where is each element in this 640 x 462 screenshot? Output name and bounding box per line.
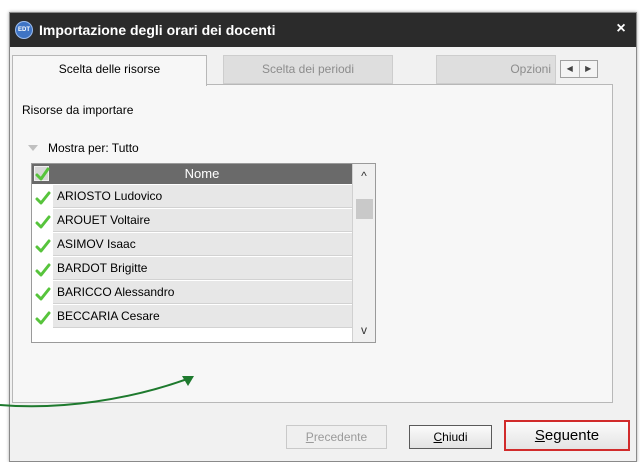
checkmark-icon[interactable] — [35, 310, 51, 326]
list-item-name: ARIOSTO Ludovico — [53, 185, 352, 208]
section-label: Risorse da importare — [22, 103, 134, 117]
list-item[interactable]: BECCARIA Cesare — [32, 305, 352, 329]
tab-opzioni[interactable]: Opzioni — [436, 55, 556, 84]
list-header: Nome — [32, 164, 352, 184]
edt-app-icon: EDT — [15, 21, 33, 39]
checkmark-icon[interactable] — [35, 190, 51, 206]
previous-button[interactable]: Precedente — [286, 425, 387, 449]
checkmark-icon[interactable] — [35, 238, 51, 254]
tab-scelta-periodi[interactable]: Scelta dei periodi — [223, 55, 393, 84]
filter-dropdown[interactable]: Mostra per: Tutto — [28, 140, 139, 156]
list-item-name: BARDOT Brigitte — [53, 257, 352, 280]
list-item[interactable]: BARDOT Brigitte — [32, 257, 352, 281]
close-label: hiudi — [442, 430, 468, 444]
select-all-checkbox[interactable] — [34, 166, 50, 181]
list-item[interactable]: AROUET Voltaire — [32, 209, 352, 233]
list-item-name: ASIMOV Isaac — [53, 233, 352, 256]
list-item[interactable]: ARIOSTO Ludovico — [32, 185, 352, 209]
list-item[interactable]: BARICCO Alessandro — [32, 281, 352, 305]
screen: EDT Importazione degli orari dei docenti… — [0, 0, 640, 462]
filter-label: Mostra per: Tutto — [48, 141, 139, 155]
tab-scelta-risorse[interactable]: Scelta delle risorse — [12, 55, 207, 86]
tab-scroll-right-icon[interactable]: ▶ — [578, 61, 598, 77]
title-bar[interactable]: EDT Importazione degli orari dei docenti… — [10, 13, 636, 47]
list-rows: ARIOSTO Ludovico AROUET Voltaire ASIMOV … — [32, 185, 352, 329]
scroll-up-icon[interactable]: ^ — [353, 166, 375, 186]
previous-label: recedente — [313, 430, 368, 444]
close-mnemonic: C — [433, 430, 443, 444]
dialog-title: Importazione degli orari dei docenti — [39, 22, 276, 38]
close-icon[interactable]: × — [612, 20, 630, 38]
close-button[interactable]: Chiudi — [409, 425, 492, 449]
checkmark-icon — [35, 167, 50, 181]
previous-mnemonic: P — [305, 430, 314, 444]
list-item-name: BARICCO Alessandro — [53, 281, 352, 304]
list-item[interactable]: ASIMOV Isaac — [32, 233, 352, 257]
scroll-thumb[interactable] — [356, 199, 373, 219]
resource-list: Nome ARIOSTO Ludovico AROUET Voltaire AS… — [31, 163, 376, 343]
caret-down-icon[interactable] — [28, 145, 38, 151]
checkmark-icon[interactable] — [35, 214, 51, 230]
scroll-down-icon[interactable]: v — [353, 320, 375, 340]
list-item-name: AROUET Voltaire — [53, 209, 352, 232]
next-label: eguente — [544, 427, 600, 444]
checkmark-icon[interactable] — [35, 262, 51, 278]
column-header-nome[interactable]: Nome — [52, 164, 352, 184]
tab-scroll-buttons: ◀ ▶ — [560, 60, 598, 78]
next-mnemonic: S — [534, 427, 545, 444]
next-button[interactable]: Seguente — [504, 420, 630, 451]
checkmark-icon[interactable] — [35, 286, 51, 302]
tab-scroll-left-icon[interactable]: ◀ — [561, 61, 579, 77]
list-scrollbar[interactable]: ^ v — [352, 164, 375, 342]
list-item-name: BECCARIA Cesare — [53, 305, 352, 328]
